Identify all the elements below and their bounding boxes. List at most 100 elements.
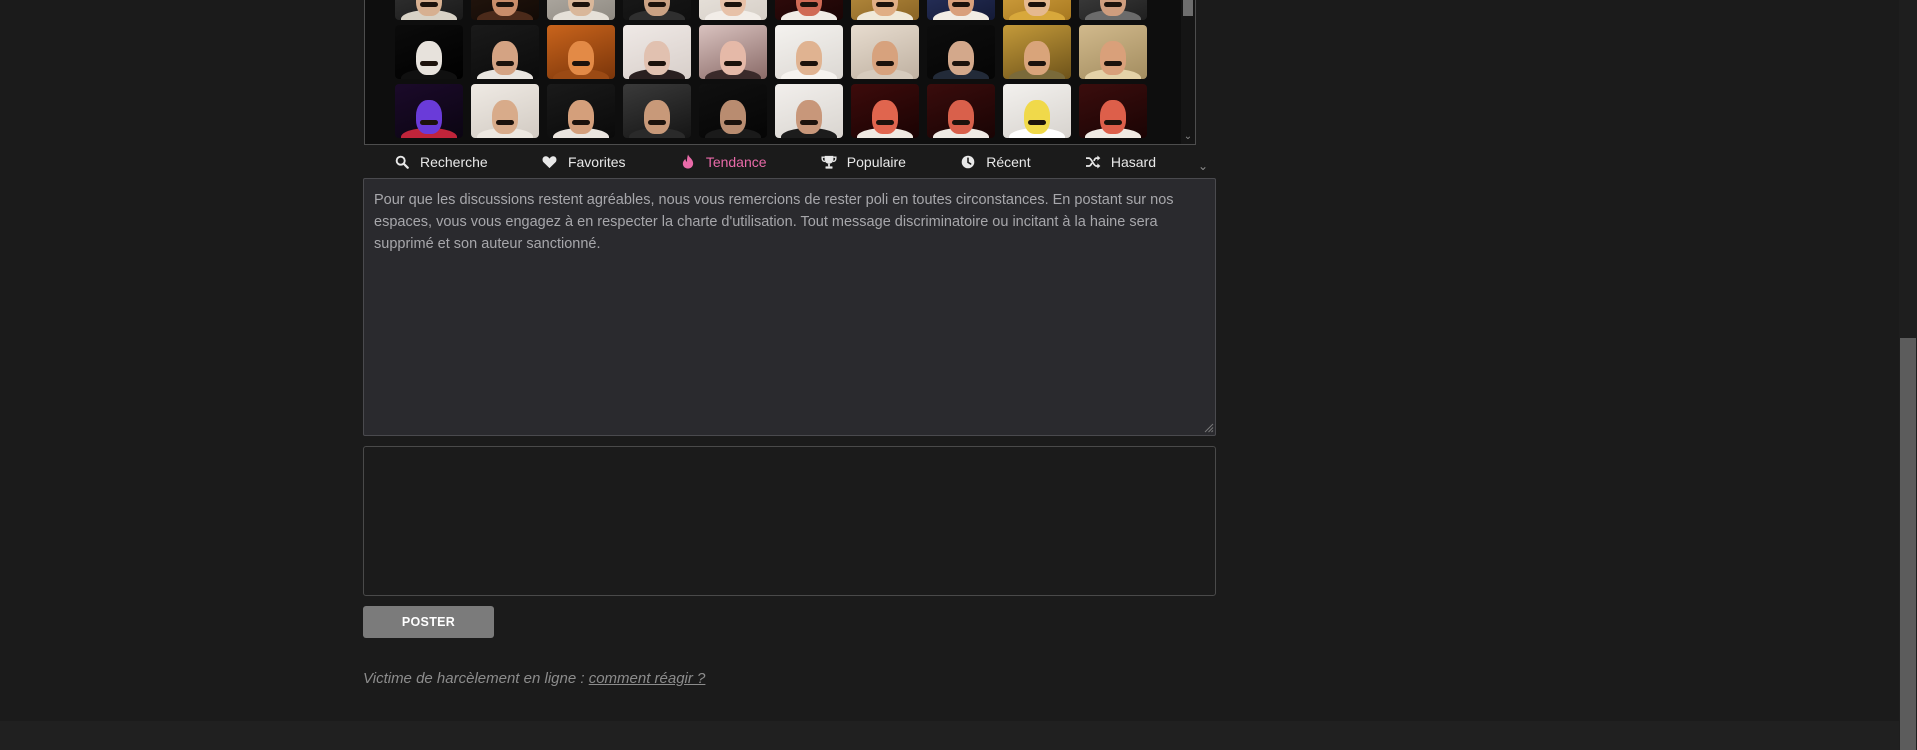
sticker-risitas-19[interactable]: [1003, 25, 1071, 79]
sticker-risitas-18[interactable]: [927, 25, 995, 79]
sticker-stache: [496, 2, 514, 7]
post-button[interactable]: POSTER: [363, 606, 494, 638]
sticker-risitas-24[interactable]: [623, 84, 691, 138]
sticker-face: [644, 41, 670, 75]
tab-favorites[interactable]: Favorites: [542, 154, 626, 170]
resize-grip-icon[interactable]: [1202, 421, 1214, 433]
tab-tendance[interactable]: Tendance: [680, 154, 767, 170]
sticker-risitas-2[interactable]: [471, 0, 539, 20]
sticker-risitas-14[interactable]: [623, 25, 691, 79]
sticker-risitas-27[interactable]: [851, 84, 919, 138]
sticker-risitas-11[interactable]: [395, 25, 463, 79]
sticker-risitas-7[interactable]: [851, 0, 919, 20]
search-icon: [394, 154, 410, 170]
sticker-face: [416, 41, 442, 75]
trophy-icon: [821, 154, 837, 170]
sticker-stache: [572, 2, 590, 7]
tab-label: Tendance: [705, 153, 767, 170]
sticker-stache: [648, 2, 666, 7]
sticker-face: [720, 41, 746, 75]
sticker-stache: [952, 120, 970, 125]
sticker-risitas-15[interactable]: [699, 25, 767, 79]
collapse-chevron-icon[interactable]: ⌄: [1198, 159, 1208, 173]
sticker-face: [948, 41, 974, 75]
sticker-risitas-21[interactable]: [395, 84, 463, 138]
sticker-risitas-8[interactable]: [927, 0, 995, 20]
harassment-text: Victime de harcèlement en ligne :: [363, 670, 589, 687]
sticker-risitas-12[interactable]: [471, 25, 539, 79]
sticker-grid: [395, 0, 1165, 140]
sticker-risitas-29[interactable]: [1003, 84, 1071, 138]
sticker-stache: [724, 120, 742, 125]
harassment-help-link[interactable]: comment réagir ?: [589, 670, 706, 687]
reply-textarea[interactable]: [363, 178, 1216, 436]
sticker-face: [872, 41, 898, 75]
sticker-risitas-28[interactable]: [927, 84, 995, 138]
sticker-risitas-20[interactable]: [1079, 25, 1147, 79]
page-scrollbar[interactable]: [1899, 0, 1917, 750]
sticker-face: [1024, 100, 1050, 134]
sticker-face: [568, 100, 594, 134]
sticker-stache: [876, 2, 894, 7]
sticker-stache: [952, 2, 970, 7]
sticker-stache: [1104, 2, 1122, 7]
sticker-stache: [1028, 61, 1046, 66]
tab-hasard[interactable]: Hasard: [1085, 154, 1156, 170]
sticker-stache: [1104, 120, 1122, 125]
sticker-tab-bar: Recherche Favorites Tendance Populaire R…: [364, 145, 1196, 178]
captcha-box[interactable]: [363, 446, 1216, 596]
sticker-face: [1024, 41, 1050, 75]
sticker-risitas-3[interactable]: [547, 0, 615, 20]
tab-recherche[interactable]: Recherche: [394, 154, 488, 170]
sticker-stache: [952, 61, 970, 66]
sticker-stache: [800, 120, 818, 125]
sticker-scrollbar-thumb[interactable]: [1183, 0, 1193, 16]
sticker-face: [416, 100, 442, 134]
sticker-face: [492, 100, 518, 134]
sticker-risitas-6[interactable]: [775, 0, 843, 20]
chevron-down-icon[interactable]: ⌄: [1181, 131, 1195, 142]
sticker-risitas-30[interactable]: [1079, 84, 1147, 138]
sticker-stache: [496, 120, 514, 125]
sticker-face: [1100, 41, 1126, 75]
sticker-face: [568, 41, 594, 75]
sticker-face: [644, 100, 670, 134]
sticker-face: [720, 100, 746, 134]
sticker-stache: [420, 120, 438, 125]
sticker-face: [872, 100, 898, 134]
sticker-risitas-17[interactable]: [851, 25, 919, 79]
sticker-risitas-22[interactable]: [471, 84, 539, 138]
sticker-panel: ⌄: [364, 0, 1196, 145]
sticker-stache: [648, 120, 666, 125]
sticker-stache: [800, 61, 818, 66]
flame-icon: [680, 154, 696, 170]
sticker-risitas-10[interactable]: [1079, 0, 1147, 20]
sticker-face: [796, 41, 822, 75]
sticker-risitas-13[interactable]: [547, 25, 615, 79]
sticker-stache: [496, 61, 514, 66]
footer-band: [0, 721, 1899, 750]
tab-recent[interactable]: Récent: [960, 154, 1031, 170]
heart-icon: [542, 154, 558, 170]
sticker-stache: [572, 61, 590, 66]
sticker-risitas-23[interactable]: [547, 84, 615, 138]
sticker-stache: [648, 61, 666, 66]
sticker-risitas-26[interactable]: [775, 84, 843, 138]
sticker-risitas-9[interactable]: [1003, 0, 1071, 20]
sticker-stache: [876, 120, 894, 125]
sticker-stache: [800, 2, 818, 7]
page-scrollbar-thumb[interactable]: [1900, 338, 1916, 750]
sticker-risitas-4[interactable]: [623, 0, 691, 20]
sticker-stache: [1104, 61, 1122, 66]
harassment-note: Victime de harcèlement en ligne : commen…: [363, 670, 705, 687]
sticker-risitas-5[interactable]: [699, 0, 767, 20]
clock-icon: [960, 154, 976, 170]
sticker-risitas-25[interactable]: [699, 84, 767, 138]
sticker-scrollbar[interactable]: ⌄: [1181, 0, 1195, 144]
tab-populaire[interactable]: Populaire: [821, 154, 906, 170]
sticker-face: [948, 100, 974, 134]
sticker-face: [492, 41, 518, 75]
sticker-risitas-1[interactable]: [395, 0, 463, 20]
tab-label: Populaire: [846, 153, 906, 170]
sticker-risitas-16[interactable]: [775, 25, 843, 79]
